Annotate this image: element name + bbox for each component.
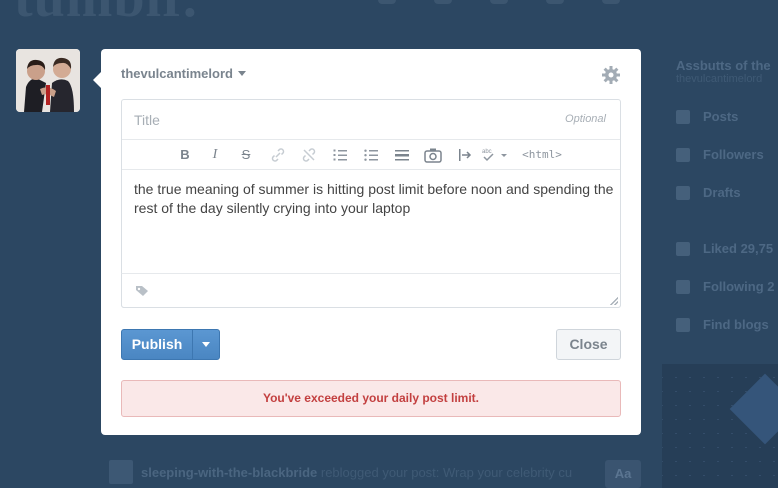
- sidebar-item-liked[interactable]: Liked 29,75: [662, 230, 778, 268]
- add-user-icon: [676, 318, 690, 332]
- top-nav: [378, 0, 620, 4]
- sidebar-item-find-blogs[interactable]: Find blogs: [662, 306, 778, 344]
- account-icon[interactable]: [602, 0, 620, 4]
- sidebar-item-posts[interactable]: Posts: [662, 98, 778, 136]
- camera-icon[interactable]: [424, 147, 442, 163]
- read-more-icon[interactable]: [394, 147, 410, 163]
- post-notification: sleeping-with-the-blackbride reblogged y…: [141, 465, 581, 480]
- publish-button[interactable]: Publish: [121, 329, 220, 360]
- chevron-down-icon: [237, 71, 246, 76]
- tag-icon: [136, 286, 148, 296]
- modal-pointer: [93, 72, 101, 88]
- svg-text:abc: abc: [482, 149, 492, 155]
- close-button[interactable]: Close: [556, 329, 621, 360]
- sidebar-item-following[interactable]: Following 2: [662, 268, 778, 306]
- post-text: reblogged your post: Wrap your celebrity…: [320, 465, 573, 480]
- italic-button[interactable]: I: [209, 147, 221, 163]
- sidebar-blog-title: Assbutts of the: [676, 58, 771, 73]
- tags-field[interactable]: [121, 273, 621, 308]
- posts-icon: [676, 110, 690, 124]
- avatar-image: [16, 49, 80, 112]
- user-icon: [676, 280, 690, 294]
- sidebar-item-label: Followers: [703, 147, 764, 162]
- indent-icon[interactable]: [457, 147, 473, 163]
- strikethrough-button[interactable]: S: [239, 147, 253, 163]
- link-icon[interactable]: [270, 147, 286, 163]
- home-icon[interactable]: [378, 0, 396, 4]
- post-body[interactable]: the true meaning of summer is hitting po…: [134, 180, 614, 218]
- html-button[interactable]: <html>: [520, 147, 564, 163]
- post-composer: thevulcantimelord Optional B I S: [101, 49, 641, 435]
- followers-icon: [676, 148, 690, 162]
- sidebar-item-label: Liked 29,75: [703, 241, 774, 256]
- sidebar-item-label: Following 2: [703, 279, 775, 294]
- publish-label[interactable]: Publish: [122, 330, 193, 359]
- unlink-icon[interactable]: [301, 147, 317, 163]
- blog-selector[interactable]: thevulcantimelord: [121, 66, 246, 81]
- title-input[interactable]: [122, 100, 620, 139]
- publish-options-dropdown[interactable]: [193, 330, 219, 359]
- tumblr-logo: tumblr.: [14, 0, 198, 30]
- optional-label: Optional: [565, 113, 606, 125]
- error-message: You've exceeded your daily post limit.: [121, 380, 621, 417]
- radar-image[interactable]: [662, 364, 778, 488]
- drafts-icon: [676, 186, 690, 200]
- activity-icon[interactable]: [546, 0, 564, 4]
- sidebar-blog-header[interactable]: Assbutts of the thevulcantimelord: [662, 54, 778, 98]
- avatar[interactable]: [16, 49, 80, 112]
- bold-button[interactable]: B: [178, 147, 192, 163]
- bullet-list-icon[interactable]: [363, 147, 379, 163]
- sidebar: Assbutts of the thevulcantimelord Posts …: [662, 54, 778, 344]
- sidebar-item-followers[interactable]: Followers: [662, 136, 778, 174]
- dashboard-post: sleeping-with-the-blackbride reblogged y…: [101, 456, 641, 488]
- heart-icon: [676, 242, 690, 256]
- ordered-list-icon[interactable]: [332, 147, 348, 163]
- text-post-button[interactable]: Aa: [605, 460, 641, 488]
- explore-icon[interactable]: [490, 0, 508, 4]
- gear-icon[interactable]: [601, 65, 621, 85]
- blog-name: thevulcantimelord: [121, 66, 233, 81]
- title-row: Optional: [122, 100, 620, 140]
- post-username[interactable]: sleeping-with-the-blackbride: [141, 465, 317, 480]
- sidebar-item-label: Drafts: [703, 185, 741, 200]
- inbox-icon[interactable]: [434, 0, 452, 4]
- post-avatar[interactable]: [109, 460, 133, 484]
- format-toolbar: B I S abc <html>: [122, 140, 620, 170]
- sidebar-item-label: Find blogs: [703, 317, 769, 332]
- spellcheck-icon[interactable]: abc: [481, 147, 509, 163]
- chevron-down-icon: [202, 342, 210, 347]
- sidebar-blog-url: thevulcantimelord: [676, 73, 763, 85]
- sidebar-item-drafts[interactable]: Drafts: [662, 174, 778, 212]
- sidebar-item-label: Posts: [703, 109, 739, 124]
